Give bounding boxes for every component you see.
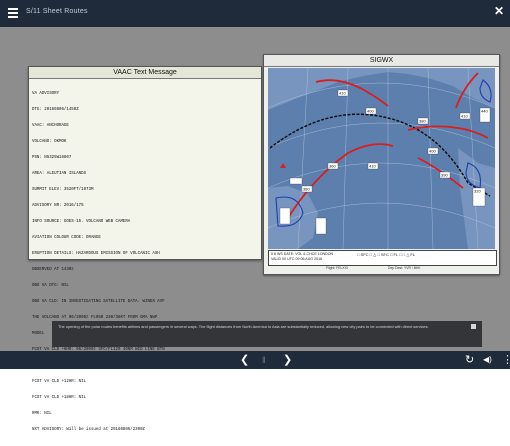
vaac-line: PSN: N5325W16807 bbox=[32, 155, 72, 160]
vaac-line: RMK: NIL bbox=[32, 412, 52, 417]
fl-label: 440 bbox=[481, 109, 488, 114]
flight-id: Flight: FELXXI bbox=[326, 266, 348, 270]
player-frame: S/11 Sheet Routes ✕ VAAC Text Message VA… bbox=[0, 0, 510, 432]
legend-symbols: □ SFC □ △ □ SFC □ FL □ □ △ FL bbox=[357, 252, 416, 257]
fl-label: 380 bbox=[419, 119, 426, 124]
bottom-control-bar: ❮ ‖ ❯ ↻ ◀) ⋮ bbox=[0, 351, 510, 369]
vaac-line: VOLCANO: OKMOK bbox=[32, 139, 67, 144]
next-icon[interactable]: ❯ bbox=[283, 353, 292, 367]
fl-label: 380 bbox=[303, 187, 310, 192]
vaac-line: NXT ADVISORY: Will be issued at 20160806… bbox=[32, 428, 146, 433]
previous-icon[interactable]: ❮ bbox=[240, 353, 249, 367]
replay-icon[interactable]: ↻ bbox=[465, 353, 474, 367]
vaac-panel-title: VAAC Text Message bbox=[29, 67, 261, 79]
vaac-panel: VAAC Text Message VA ADVISORY DTG: 20160… bbox=[28, 66, 262, 432]
top-bar: S/11 Sheet Routes ✕ bbox=[0, 0, 510, 27]
vaac-line: OBSERVED AT 1430z bbox=[32, 268, 74, 273]
caption-box: The opening of the polar routes benefits… bbox=[52, 321, 482, 347]
fl-label: 320 bbox=[474, 189, 481, 194]
vaac-line: VA ADVISORY bbox=[32, 91, 60, 96]
sigwx-panel: SIGWX 410 400 380 410 360 380 410 400 39… bbox=[263, 54, 500, 275]
transcript-icon[interactable] bbox=[471, 324, 476, 329]
fl-label: 400 bbox=[429, 149, 436, 154]
sigwx-panel-title: SIGWX bbox=[264, 55, 499, 67]
sigwx-footer: Flight: FELXXI Dep Dest: YVR / BKK bbox=[264, 264, 499, 272]
pause-icon[interactable]: ‖ bbox=[262, 353, 266, 367]
menu-icon[interactable] bbox=[8, 8, 18, 18]
vaac-line: OBS VA CLD: IN INVESTIGATING SATELLITE D… bbox=[32, 300, 165, 305]
fl-label: 360 bbox=[329, 164, 336, 169]
course-title: S/11 Sheet Routes bbox=[26, 8, 88, 15]
fl-label: 390 bbox=[441, 173, 448, 178]
legend-line: 0 6 WS DATE: VOL & CHCE LONDON bbox=[271, 252, 334, 256]
volume-icon[interactable]: ◀) bbox=[483, 353, 492, 367]
dep-dest: Dep Dest: YVR / BKK bbox=[388, 266, 421, 270]
fl-label: 400 bbox=[367, 109, 374, 114]
vaac-line: AREA: ALEUTIAN ISLANDS bbox=[32, 171, 87, 176]
vaac-line: SUMMIT ELEV: 3520FT/1073M bbox=[32, 187, 94, 192]
vaac-line: ADVISORY NR: 2016/175 bbox=[32, 203, 84, 208]
caption-text: The opening of the polar routes benefits… bbox=[58, 324, 429, 329]
more-options-icon[interactable]: ⋮ bbox=[502, 353, 510, 367]
legend-line: VALID 00 UTC 09 06 AUG 2016 bbox=[271, 257, 323, 261]
vaac-line: DTG: 20160806/1450Z bbox=[32, 107, 79, 112]
vaac-line: INFO SOURCE: GOES-15. VOLCANO WEB CAMERA bbox=[32, 219, 131, 224]
vaac-line: OBS VA DTG: NIL bbox=[32, 284, 69, 289]
vaac-line: FCST VA CLD +12HR: NIL bbox=[32, 380, 87, 385]
sigwx-chart: 410 400 380 410 360 380 410 400 390 440 bbox=[268, 68, 495, 249]
vaac-line: ERUPTION DETAILS: HAZARDOUS EMISSION OF … bbox=[32, 252, 160, 256]
vaac-line: VAAC: ANCHORAGE bbox=[32, 123, 69, 128]
fl-label: 410 bbox=[461, 114, 468, 119]
vaac-message-body: VA ADVISORY DTG: 20160806/1450Z VAAC: AN… bbox=[29, 79, 261, 446]
close-icon[interactable]: ✕ bbox=[494, 4, 504, 18]
fl-label: 410 bbox=[339, 91, 346, 96]
fl-label: 410 bbox=[369, 164, 376, 169]
vaac-line: FCST VA CLD +18HR: NIL bbox=[32, 396, 87, 401]
vaac-line: AVIATION COLOUR CODE: ORANGE bbox=[32, 235, 101, 240]
